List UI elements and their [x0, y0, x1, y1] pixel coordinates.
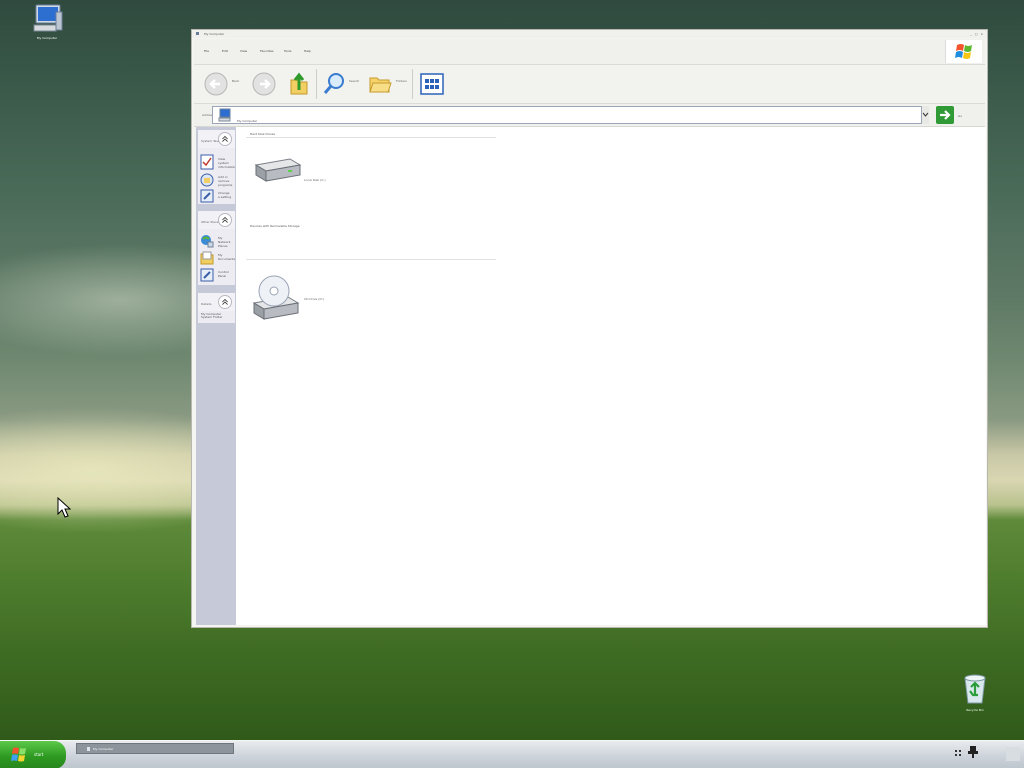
chevron-up-icon[interactable]	[218, 295, 232, 309]
taskbar-window-button[interactable]: My Computer	[76, 743, 234, 754]
section-title: Details	[201, 302, 212, 306]
computer-icon	[218, 108, 231, 122]
system-tray	[948, 741, 1002, 768]
place-my-network[interactable]: My Network Places	[200, 233, 234, 249]
task-pane: System Tasks View system information Add…	[196, 127, 236, 625]
menu-file[interactable]: File	[204, 49, 209, 53]
section-header[interactable]: Other Places	[198, 211, 235, 229]
group-divider	[246, 259, 496, 260]
task-label: Change a setting	[218, 191, 232, 199]
go-label[interactable]: Go	[958, 114, 962, 118]
toolbar-separator	[412, 69, 413, 99]
window-system-icon[interactable]	[196, 32, 199, 35]
chevron-down-icon	[922, 112, 929, 117]
views-icon[interactable]	[420, 70, 444, 98]
hard-disk-icon	[254, 158, 302, 182]
system-tasks-section: System Tasks View system information Add…	[198, 130, 235, 204]
place-label: Control Panel	[218, 270, 229, 278]
computer-icon	[33, 4, 63, 32]
content-area: Hard Disk Drives Local Disk (C:) Devices…	[236, 127, 986, 625]
menu-tools[interactable]: Tools	[284, 49, 291, 53]
task-label: View system information	[218, 157, 236, 169]
desktop-icon-my-computer[interactable]: My Computer	[27, 2, 67, 40]
back-arrow-icon[interactable]	[203, 70, 229, 98]
go-button[interactable]	[936, 106, 954, 124]
control-panel-icon	[200, 189, 214, 203]
window-title: My Computer	[204, 32, 225, 36]
search-icon[interactable]	[321, 70, 347, 98]
desktop-icon-recycle-bin[interactable]: Recycle Bin	[955, 672, 995, 712]
menu-help[interactable]: Help	[304, 49, 311, 53]
window-controls[interactable]: _ □ ×	[970, 32, 984, 36]
toolbar: Back Search Folders	[194, 65, 985, 104]
group-header: Devices with Removable Storage	[250, 224, 300, 228]
chevron-up-icon[interactable]	[218, 132, 232, 146]
task-add-remove-programs[interactable]: Add or remove programs	[200, 172, 234, 188]
add-remove-programs-icon	[200, 173, 214, 187]
chevron-up-icon[interactable]	[218, 213, 232, 227]
taskbar-window-label: My Computer	[93, 747, 114, 751]
system-info-icon	[200, 154, 214, 170]
taskbar: start My Computer	[0, 740, 1024, 768]
other-places-section: Other Places My Network Places My Docume…	[198, 211, 235, 285]
drive-item[interactable]	[250, 151, 306, 207]
control-panel-icon	[200, 268, 214, 282]
network-tray-icon[interactable]	[955, 750, 961, 757]
mouse-cursor-icon	[57, 497, 71, 518]
menu-bar: File Edit View Favorites Tools Help	[194, 39, 985, 65]
details-section: Details My Computer System Folder	[198, 293, 235, 323]
group-divider	[246, 137, 496, 138]
drive-label: CD Drive (D:)	[304, 297, 324, 301]
explorer-window: My Computer _ □ × File Edit View Favorit…	[191, 29, 988, 628]
window-titlebar[interactable]: My Computer _ □ ×	[192, 30, 987, 38]
toolbar-separator	[316, 69, 317, 99]
address-field[interactable]: My Computer	[212, 106, 929, 124]
group-header: Hard Disk Drives	[250, 132, 276, 136]
network-places-icon	[201, 235, 214, 248]
place-my-documents[interactable]: My Documents	[200, 250, 236, 266]
task-view-system-info[interactable]: View system information	[200, 154, 236, 170]
window-icon	[87, 747, 90, 751]
task-label: Add or remove programs	[218, 175, 233, 187]
section-header[interactable]: Details	[198, 293, 235, 311]
folders-icon[interactable]	[367, 70, 393, 98]
desktop-icon-label: Recycle Bin	[966, 708, 984, 712]
address-bar: Address My Computer Go	[194, 104, 985, 127]
start-label: start	[34, 752, 44, 757]
place-control-panel[interactable]: Control Panel	[200, 267, 234, 283]
menu-view[interactable]: View	[240, 49, 247, 53]
task-change-setting[interactable]: Change a setting	[200, 188, 234, 204]
address-value: My Computer	[237, 119, 258, 123]
place-label: My Documents	[218, 253, 236, 261]
desktop-icon-label: My Computer	[36, 36, 58, 40]
clock-icon[interactable]	[1006, 747, 1020, 761]
drive-label: Local Disk (C:)	[304, 178, 326, 182]
folders-label[interactable]: Folders	[396, 79, 407, 83]
forward-arrow-icon[interactable]	[251, 70, 277, 98]
section-header[interactable]: System Tasks	[198, 130, 235, 148]
start-button[interactable]: start	[0, 741, 66, 768]
folder-up-icon[interactable]	[288, 70, 310, 98]
back-label[interactable]: Back	[232, 79, 239, 83]
drive-item[interactable]	[250, 271, 306, 327]
cd-drive-icon	[252, 275, 300, 320]
usb-tray-icon[interactable]	[968, 746, 978, 758]
details-text: My Computer System Folder	[201, 312, 223, 319]
recycle-bin-icon	[964, 674, 986, 704]
place-label: My Network Places	[218, 236, 231, 248]
address-dropdown-button[interactable]	[921, 106, 929, 124]
windows-flag-icon	[955, 44, 972, 59]
menu-edit[interactable]: Edit	[222, 49, 228, 53]
menu-favorites[interactable]: Favorites	[260, 49, 274, 53]
windows-flag-icon	[11, 747, 26, 762]
search-label[interactable]: Search	[349, 79, 359, 83]
windows-logo	[945, 40, 982, 63]
documents-folder-icon	[200, 251, 214, 265]
